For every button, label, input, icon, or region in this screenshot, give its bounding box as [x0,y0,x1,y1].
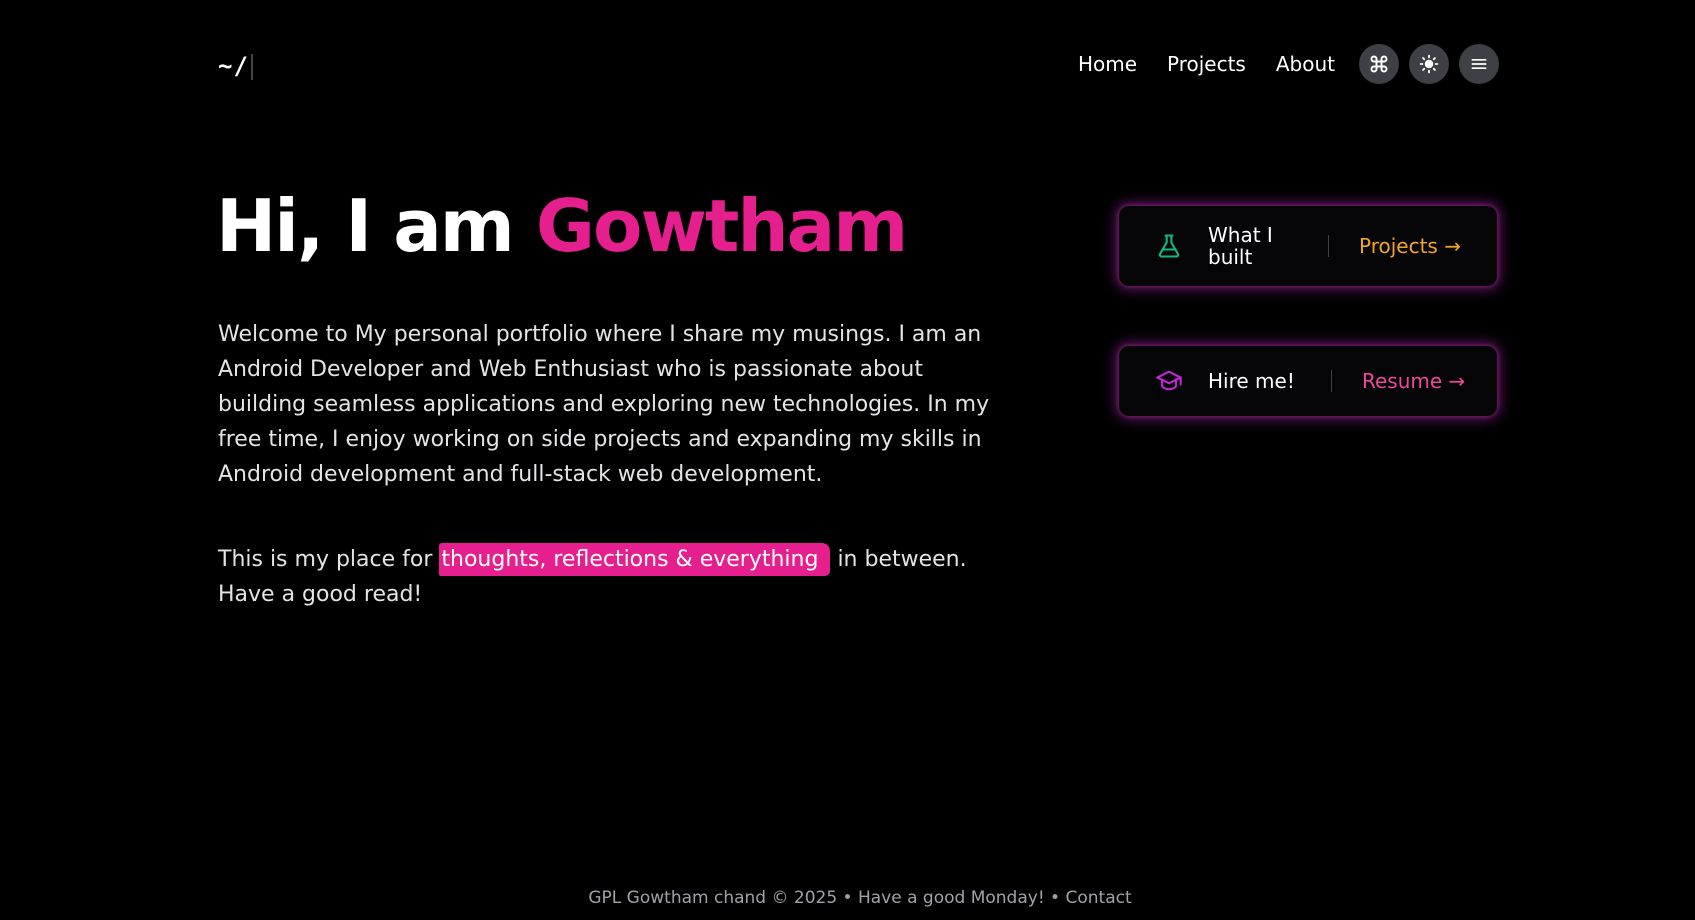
menu-button[interactable] [1459,44,1499,84]
projects-card-label: What I built [1208,223,1273,269]
hire-me-card-label: Hire me! [1208,369,1295,393]
command-palette-button[interactable] [1359,44,1399,84]
flask-icon [1154,231,1184,261]
projects-link[interactable]: Projects → [1359,234,1461,258]
projects-card[interactable]: What I built Projects → [1119,206,1497,286]
sun-icon [1419,54,1439,74]
graduation-cap-icon [1154,366,1184,396]
nav-projects-link[interactable]: Projects [1167,52,1246,76]
hero-name: Gowtham [535,184,908,268]
hire-me-card[interactable]: Hire me! Resume → [1119,346,1497,416]
logo-text: ~/ [218,52,249,80]
menu-icon [1469,54,1489,74]
card-divider [1328,235,1329,257]
hero-greeting: Hi, I am [216,184,515,268]
tagline-paragraph: This is my place for thoughts, reflectio… [218,542,1018,612]
theme-toggle-button[interactable] [1409,44,1449,84]
intro-paragraph: Welcome to My personal portfolio where I… [218,322,990,487]
footer: GPL Gowtham chand © 2025 • Have a good M… [0,888,1695,908]
nav-about-link[interactable]: About [1276,52,1335,76]
nav-icon-group [1359,44,1499,84]
resume-link[interactable]: Resume → [1362,369,1465,393]
tagline-before: This is my place for [218,547,433,572]
hero-title: Hi, I am Gowtham [216,184,908,268]
cursor-bar [250,54,253,80]
main-nav: Home Projects About [1078,44,1499,84]
footer-contact-link[interactable]: Contact [1065,888,1131,908]
page: ~/ Home Projects About Hi, I am Gowtham … [0,0,1695,920]
card-divider [1331,370,1332,392]
tagline-highlight: thoughts, reflections & everything [439,543,831,576]
command-icon [1369,54,1389,74]
nav-home-link[interactable]: Home [1078,52,1137,76]
site-logo[interactable]: ~/ [218,52,253,80]
footer-text: GPL Gowtham chand © 2025 • Have a good M… [588,888,1061,908]
